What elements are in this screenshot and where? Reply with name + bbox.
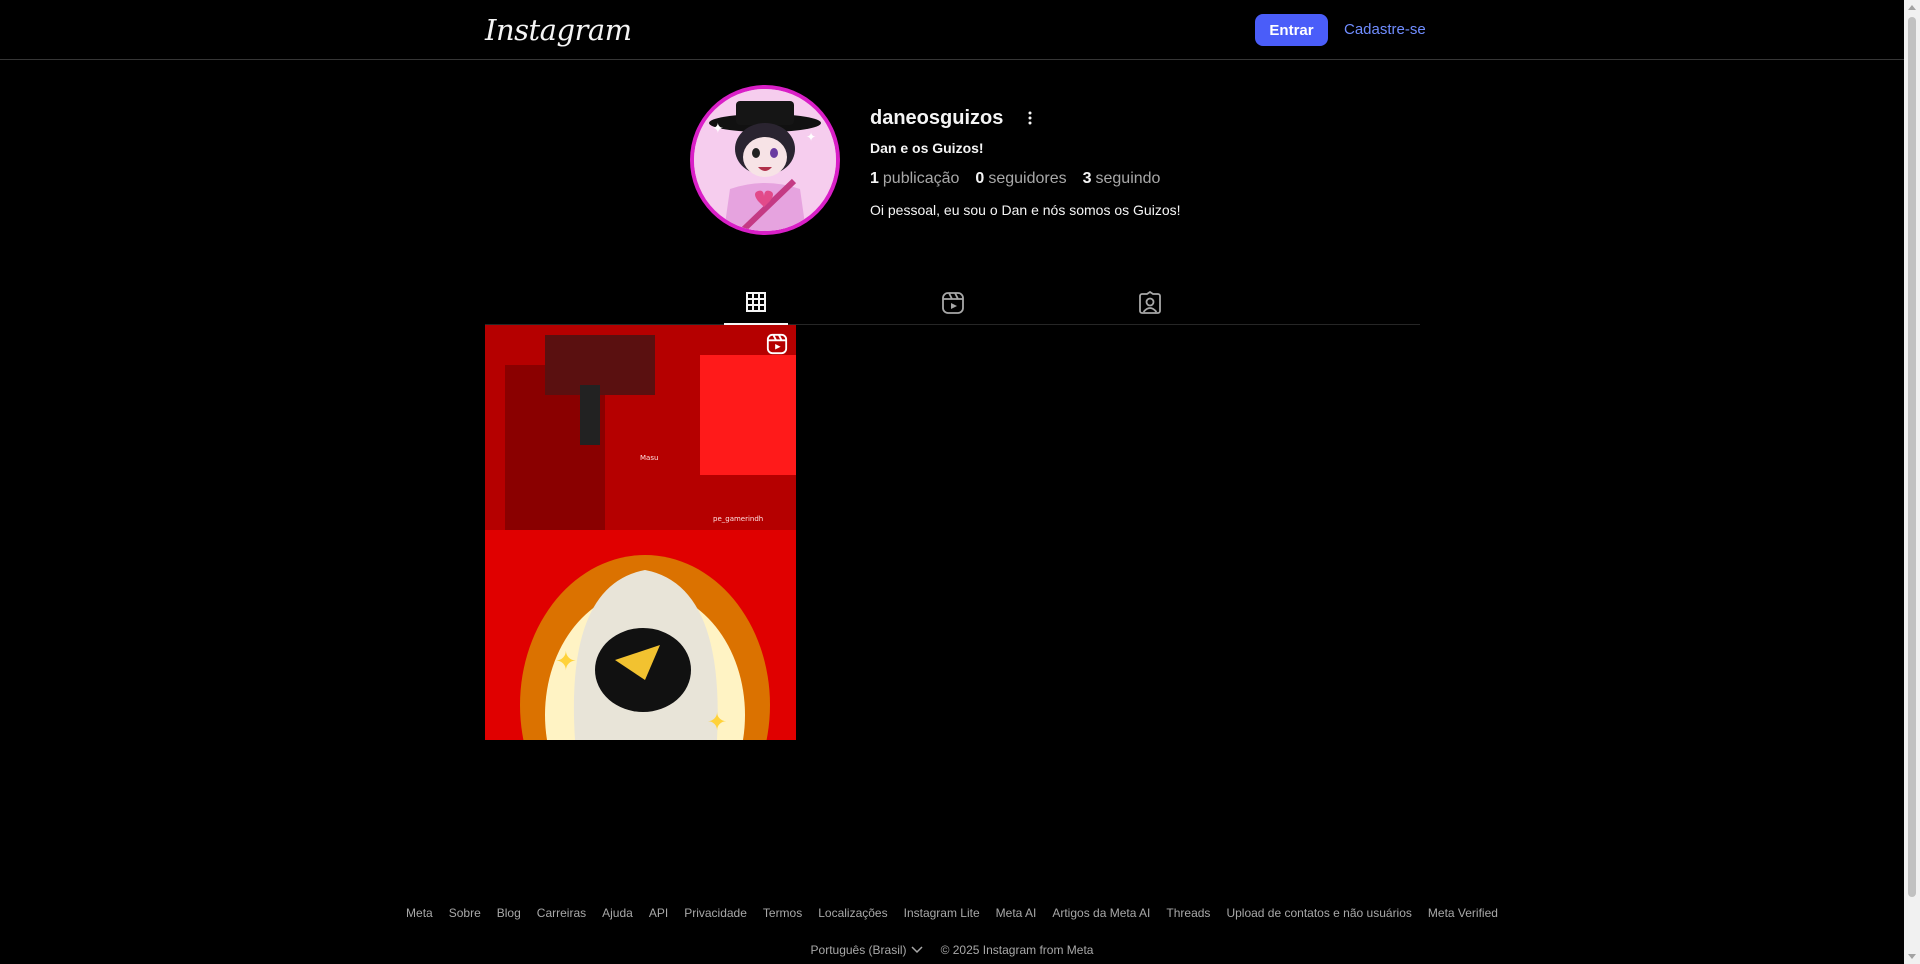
following-label: seguindo [1095, 170, 1161, 187]
reel-badge-icon [766, 333, 788, 355]
reels-icon [942, 291, 964, 314]
posts-stat: 1 publicação [870, 170, 959, 188]
posts-label: publicação [882, 170, 960, 187]
tab-reels[interactable] [921, 280, 985, 325]
footer-link-meta-verified[interactable]: Meta Verified [1428, 906, 1498, 920]
footer-link-carreiras[interactable]: Carreiras [537, 906, 586, 920]
signup-link[interactable]: Cadastre-se [1344, 21, 1426, 38]
profile-tabs [485, 280, 1420, 325]
scroll-down-icon[interactable] [1908, 954, 1916, 959]
scroll-up-icon[interactable] [1908, 5, 1916, 10]
svg-text:✦: ✦ [712, 120, 724, 136]
footer-link-upload-contatos[interactable]: Upload de contatos e não usuários [1226, 906, 1411, 920]
post-overlay-text-1: Masu [640, 454, 658, 462]
profile-bio: Oi pessoal, eu sou o Dan e nós somos os … [870, 202, 1181, 218]
footer-link-meta[interactable]: Meta [406, 906, 433, 920]
scroll-thumb[interactable] [1908, 17, 1916, 897]
footer-link-threads[interactable]: Threads [1166, 906, 1210, 920]
svg-text:✦: ✦ [555, 647, 577, 677]
more-options-icon[interactable] [1020, 108, 1040, 128]
footer-link-blog[interactable]: Blog [497, 906, 521, 920]
profile-stats: 1 publicação 0 seguidores 3 seguindo [870, 170, 1160, 188]
footer-link-ajuda[interactable]: Ajuda [602, 906, 633, 920]
instagram-logo[interactable]: Instagram [485, 13, 632, 47]
tab-posts[interactable] [724, 280, 788, 325]
footer-link-instagram-lite[interactable]: Instagram Lite [904, 906, 980, 920]
followers-stat[interactable]: 0 seguidores [975, 170, 1066, 188]
followers-count: 0 [975, 170, 985, 187]
followers-label: seguidores [988, 170, 1067, 187]
profile-avatar[interactable]: ✦ ✦ [690, 85, 840, 235]
tab-tagged[interactable] [1118, 280, 1182, 325]
svg-text:✦: ✦ [707, 708, 727, 736]
footer-link-termos[interactable]: Termos [763, 906, 802, 920]
footer-link-sobre[interactable]: Sobre [449, 906, 481, 920]
post-overlay-text-2: pe_gamerindh [713, 515, 763, 523]
language-label: Português (Brasil) [810, 943, 907, 957]
footer-link-meta-ai[interactable]: Meta AI [996, 906, 1037, 920]
language-selector[interactable]: Português (Brasil) [811, 943, 923, 957]
footer-link-privacidade[interactable]: Privacidade [684, 906, 747, 920]
grid-icon [746, 291, 766, 312]
avatar-image: ✦ ✦ [694, 89, 836, 231]
chevron-down-icon [911, 946, 923, 954]
copyright-text: © 2025 Instagram from Meta [940, 943, 1094, 957]
posts-count: 1 [870, 170, 879, 187]
scrollbar[interactable] [1904, 0, 1920, 964]
tagged-icon [1139, 290, 1161, 314]
following-count: 3 [1082, 170, 1092, 187]
footer-link-artigos-meta-ai[interactable]: Artigos da Meta AI [1052, 906, 1150, 920]
profile-username: daneosguizos [870, 107, 1004, 129]
post-thumbnail[interactable]: ✦ ✦ Masu pe_gamerindh [485, 325, 796, 740]
footer-link-localizacoes[interactable]: Localizações [818, 906, 887, 920]
following-stat[interactable]: 3 seguindo [1083, 170, 1161, 188]
footer-link-api[interactable]: API [649, 906, 668, 920]
footer-links: Meta Sobre Blog Carreiras Ajuda API Priv… [0, 906, 1904, 920]
profile-full-name: Dan e os Guizos! [870, 140, 984, 156]
footer-bottom: Português (Brasil) © 2025 Instagram from… [0, 943, 1904, 957]
top-bar: Instagram Entrar Cadastre-se [0, 0, 1904, 60]
svg-text:✦: ✦ [806, 130, 816, 144]
login-button[interactable]: Entrar [1255, 14, 1328, 46]
